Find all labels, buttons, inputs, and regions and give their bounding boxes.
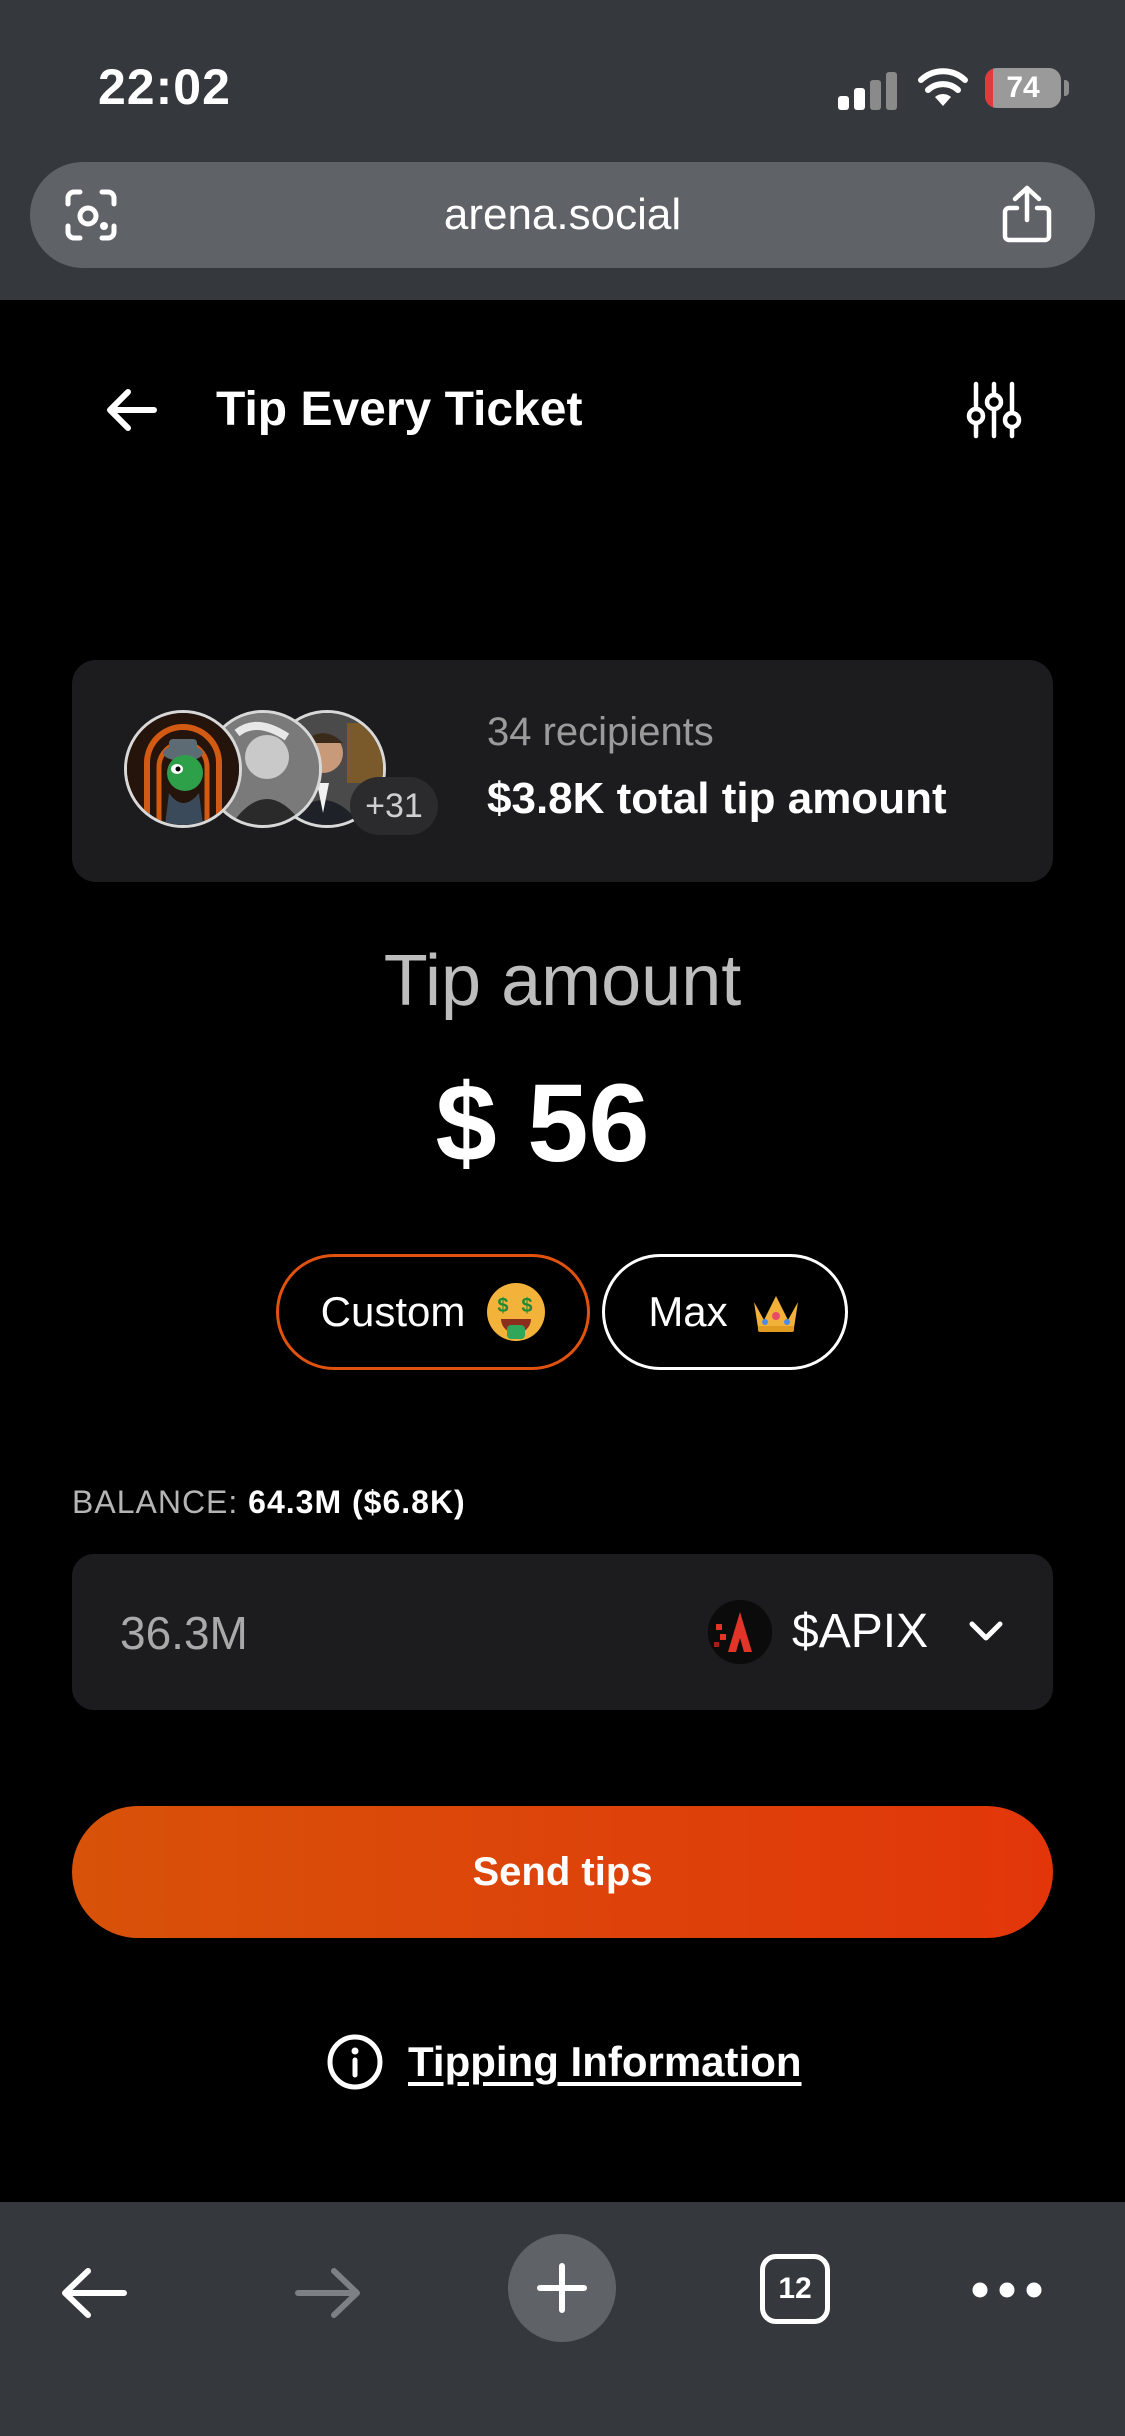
tipping-information-label[interactable]: Tipping Information [408,2038,802,2086]
wifi-icon [918,68,968,106]
status-bar: 22:02 74 [0,0,1125,160]
signal-icon [838,70,898,110]
custom-label: Custom [320,1288,466,1335]
money-face-icon: $ $ [487,1283,546,1341]
max-button[interactable]: Max [602,1254,848,1370]
balance-line: BALANCE: 64.3M ($6.8K) [72,1484,466,1521]
recipients-card: +31 34 recipients $3.8K total tip amount [72,660,1053,882]
battery-level: 74 [1006,71,1040,104]
plus-icon [537,2263,587,2313]
sliders-icon[interactable] [966,380,1022,440]
status-time: 22:02 [98,59,231,115]
more-options-icon[interactable] [970,2280,1044,2300]
tip-amount-label: Tip amount [383,941,742,1021]
token-name[interactable]: $APIX [792,1604,928,1659]
max-label: Max [648,1288,728,1335]
balance-value: 64.3M ($6.8K) [248,1484,466,1520]
new-tab-button[interactable] [508,2234,616,2342]
chevron-down-icon[interactable] [964,1612,1008,1652]
page-header: Tip Every Ticket [0,300,1125,520]
balance-label: BALANCE: [72,1484,239,1520]
recipients-count: 34 recipients [487,710,714,754]
custom-button[interactable]: Custom $ $ [276,1254,590,1370]
url-bar[interactable]: arena.social [30,162,1095,268]
amount-input-field[interactable]: 36.3M $APIX [72,1554,1053,1710]
browser-back-icon[interactable] [58,2264,130,2322]
tip-amount-value: $ 56 [435,1062,650,1185]
browser-toolbar: 12 [0,2202,1125,2436]
tabs-count-button[interactable]: 12 [760,2254,830,2324]
avatar [124,710,242,828]
browser-forward-icon[interactable] [292,2264,364,2322]
info-icon[interactable] [326,2033,384,2091]
crown-icon [753,1296,798,1332]
page-title: Tip Every Ticket [216,383,583,436]
more-recipients-badge: +31 [350,777,438,835]
amount-value[interactable]: 36.3M [120,1606,248,1660]
url-text[interactable]: arena.social [30,190,1095,240]
apix-token-icon[interactable] [708,1600,772,1664]
recipients-total: $3.8K total tip amount [487,774,947,823]
battery-nub [1064,80,1069,96]
battery-icon: 74 [985,68,1061,108]
share-icon[interactable] [1001,184,1053,244]
back-arrow-icon[interactable] [104,382,160,438]
tipping-information-link[interactable]: Tipping Information [326,2032,802,2092]
send-tips-button[interactable]: Send tips [72,1806,1053,1938]
